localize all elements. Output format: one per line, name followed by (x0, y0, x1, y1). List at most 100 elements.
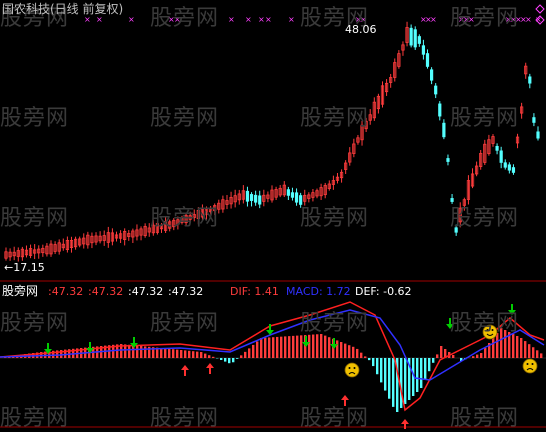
macd-bar (228, 358, 230, 363)
macd-bar (364, 356, 366, 358)
macd-bar (176, 350, 178, 358)
macd-bar (512, 334, 514, 358)
dif-value: DIF: 1.41 (230, 286, 279, 298)
macd-bar (260, 338, 262, 358)
macd-bar (428, 358, 430, 371)
macd-bar (296, 336, 298, 358)
macd-bar (144, 346, 146, 358)
indicator-value-2: :47.32 (88, 286, 123, 298)
signal-marker: × (96, 15, 103, 24)
macd-bar (436, 354, 438, 358)
macd-bar (492, 338, 494, 358)
sad-face-icon (527, 363, 529, 365)
signal-marker: × (288, 15, 295, 24)
arrow-up-icon (401, 419, 409, 424)
macd-bar (212, 357, 214, 358)
arrow-down-icon (446, 324, 454, 329)
candle (422, 46, 424, 55)
macd-bar (280, 337, 282, 358)
chart-title: 国农科技(日线 前复权) (2, 3, 123, 15)
macd-bar (404, 358, 406, 404)
macd-bar (484, 348, 486, 358)
macd-bar (252, 345, 254, 358)
macd-bar (172, 349, 174, 358)
macd-bar (496, 333, 498, 358)
macd-bar (232, 358, 234, 362)
macd-bar (196, 352, 198, 358)
candle (426, 54, 428, 67)
macd-bar (312, 335, 314, 358)
candle (287, 190, 289, 196)
macd-bar (288, 336, 290, 358)
macd-bar (540, 353, 542, 358)
signal-marker: × (525, 15, 532, 24)
macd-bar (352, 347, 354, 358)
macd-bar (424, 358, 426, 380)
candle (439, 104, 441, 116)
signal-marker: × (265, 15, 272, 24)
macd-bar (316, 334, 318, 358)
macd-bar (140, 346, 142, 358)
candle (455, 228, 457, 232)
macd-bar (268, 337, 270, 358)
smiley-face-icon (487, 329, 489, 331)
candle (504, 163, 506, 167)
macd-bar (240, 355, 242, 358)
macd-bar (348, 345, 350, 358)
macd-bar (192, 351, 194, 358)
sad-face-icon (354, 367, 356, 369)
signal-marker: × (245, 15, 252, 24)
macd-bar (188, 351, 190, 358)
macd-bar (504, 330, 506, 358)
candle (254, 195, 256, 202)
macd-bar (392, 358, 394, 407)
macd-bar (324, 336, 326, 358)
macd-bar (184, 350, 186, 358)
candle (410, 28, 412, 45)
macd-bar (520, 338, 522, 358)
smiley-face-icon (483, 325, 497, 339)
indicator-value-3: :47.32 (128, 286, 163, 298)
def-value: DEF: -0.62 (355, 286, 412, 298)
arrow-up-icon (341, 395, 349, 400)
macd-bar (168, 349, 170, 358)
macd-bar (284, 336, 286, 358)
macd-bar (236, 358, 238, 359)
macd-bar (532, 347, 534, 358)
candle (414, 30, 416, 47)
candle (250, 194, 252, 200)
candle (418, 37, 420, 44)
macd-bar (292, 336, 294, 358)
sad-face-icon (349, 367, 351, 369)
chart-canvas[interactable]: ×××××××××××××××××××××××× (0, 0, 546, 429)
candle (299, 196, 301, 205)
candle (537, 132, 539, 138)
macd-bar (344, 344, 346, 358)
signal-marker: × (128, 15, 135, 24)
macd-bar (416, 358, 418, 392)
indicator-name[interactable]: 股旁网 (2, 285, 38, 297)
indicator-value-1: :47.32 (48, 286, 83, 298)
macd-bar (328, 337, 330, 358)
candle (500, 151, 502, 163)
candle (291, 193, 293, 198)
macd-bar (300, 335, 302, 358)
sad-face-icon (345, 363, 359, 377)
indicator-value-4: :47.32 (168, 286, 203, 298)
candle (533, 118, 535, 123)
candle (295, 193, 297, 202)
macd-bar (480, 353, 482, 358)
macd-bar (360, 353, 362, 358)
candle (529, 77, 531, 83)
candle (246, 191, 248, 201)
low-price-label: ←17.15 (4, 262, 45, 274)
macd-bar (244, 352, 246, 358)
macd-bar (160, 348, 162, 358)
macd-bar (388, 358, 390, 399)
candle (443, 123, 445, 137)
macd-bar (256, 341, 258, 358)
macd-bar (536, 350, 538, 358)
signal-marker: × (430, 15, 437, 24)
macd-bar (452, 355, 454, 358)
sad-face-icon (532, 363, 534, 365)
